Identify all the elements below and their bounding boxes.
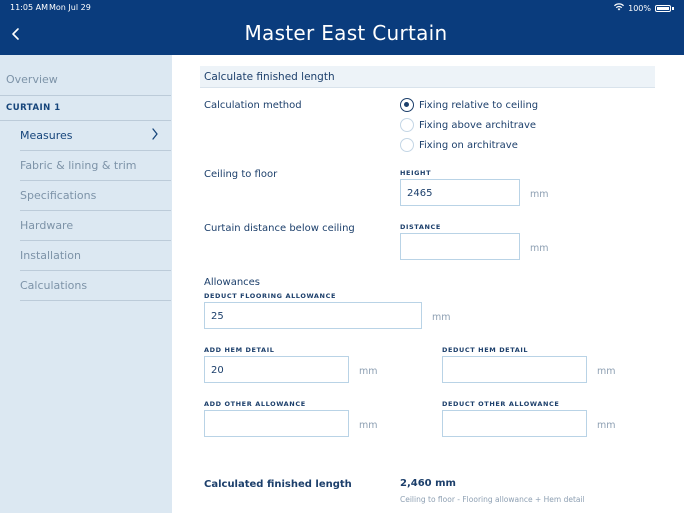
unit-label: mm	[530, 243, 549, 254]
deduct-hem-input[interactable]	[442, 356, 587, 383]
divider	[20, 300, 171, 301]
add-hem-caption: ADD HEM DETAIL	[204, 346, 275, 354]
radio-fixing-relative-ceiling[interactable]	[400, 98, 414, 112]
ceiling-to-floor-label: Ceiling to floor	[204, 169, 278, 180]
divider	[0, 120, 171, 121]
sidebar-item-overview[interactable]: Overview	[6, 73, 177, 86]
divider	[20, 240, 171, 241]
sidebar-item-calculations[interactable]: Calculations	[20, 279, 171, 292]
chevron-right-icon	[151, 127, 159, 144]
deduct-flooring-caption: DEDUCT FLOORING ALLOWANCE	[204, 292, 337, 300]
wifi-icon	[614, 3, 625, 13]
section-title: Calculate finished length	[204, 71, 335, 83]
sidebar-item-measures[interactable]: Measures	[20, 127, 171, 144]
sidebar-item-label: Installation	[20, 249, 81, 262]
add-other-input[interactable]	[204, 410, 349, 437]
calculated-length-label: Calculated finished length	[204, 479, 352, 490]
sidebar-item-specifications[interactable]: Specifications	[20, 189, 171, 202]
divider	[20, 180, 171, 181]
sidebar-item-label: Fabric & lining & trim	[20, 159, 137, 172]
unit-label: mm	[597, 366, 616, 377]
radio-label: Fixing relative to ceiling	[419, 100, 539, 111]
status-time: 11:05 AM	[10, 3, 48, 12]
header-bar: 11:05 AM Mon Jul 29 100% Master East Cur…	[0, 0, 684, 55]
radio-label: Fixing above architrave	[419, 120, 537, 131]
battery-icon	[655, 4, 671, 12]
status-bar: 11:05 AM Mon Jul 29 100%	[0, 0, 684, 14]
sidebar-item-label: Specifications	[20, 189, 97, 202]
unit-label: mm	[359, 420, 378, 431]
radio-fixing-above-architrave[interactable]	[400, 118, 414, 132]
sidebar-item-hardware[interactable]: Hardware	[20, 219, 171, 232]
deduct-hem-caption: DEDUCT HEM DETAIL	[442, 346, 529, 354]
divider	[20, 150, 171, 151]
radio-label: Fixing on architrave	[419, 140, 518, 151]
sidebar-section-curtain: CURTAIN 1	[6, 103, 61, 113]
battery-tip-icon	[672, 6, 674, 10]
calculated-length-value: 2,460 mm	[400, 478, 456, 489]
deduct-other-input[interactable]	[442, 410, 587, 437]
status-date: Mon Jul 29	[49, 3, 91, 12]
distance-input[interactable]	[400, 233, 520, 260]
main-content: Calculate finished length Calculation me…	[172, 55, 684, 513]
section-header: Calculate finished length	[200, 66, 655, 88]
unit-label: mm	[432, 312, 451, 323]
sidebar: Overview CURTAIN 1 Measures Fabric & lin…	[0, 55, 172, 513]
unit-label: mm	[597, 420, 616, 431]
add-hem-input[interactable]: 20	[204, 356, 349, 383]
curtain-distance-label: Curtain distance below ceiling	[204, 223, 355, 234]
unit-label: mm	[530, 189, 549, 200]
sidebar-item-installation[interactable]: Installation	[20, 249, 171, 262]
sidebar-item-label: Overview	[6, 73, 58, 86]
height-caption: HEIGHT	[400, 169, 432, 177]
deduct-flooring-input[interactable]: 25	[204, 302, 422, 329]
unit-label: mm	[359, 366, 378, 377]
app-window: 11:05 AM Mon Jul 29 100% Master East Cur…	[0, 0, 684, 513]
add-other-caption: ADD OTHER ALLOWANCE	[204, 400, 306, 408]
divider	[20, 210, 171, 211]
page-title: Master East Curtain	[244, 21, 448, 45]
deduct-other-caption: DEDUCT OTHER ALLOWANCE	[442, 400, 560, 408]
divider	[20, 270, 171, 271]
sidebar-item-fabric[interactable]: Fabric & lining & trim	[20, 159, 171, 172]
status-right: 100%	[614, 3, 674, 13]
distance-caption: DISTANCE	[400, 223, 441, 231]
sidebar-item-label: Measures	[20, 129, 73, 142]
battery-percent: 100%	[628, 3, 651, 13]
calc-method-label: Calculation method	[204, 100, 302, 111]
radio-fixing-on-architrave[interactable]	[400, 138, 414, 152]
allowances-label: Allowances	[204, 277, 261, 288]
sidebar-item-label: Hardware	[20, 219, 74, 232]
height-input[interactable]: 2465	[400, 179, 520, 206]
sidebar-item-label: Calculations	[20, 279, 88, 292]
divider	[0, 95, 171, 96]
calculation-formula: Ceiling to floor - Flooring allowance + …	[400, 495, 585, 504]
